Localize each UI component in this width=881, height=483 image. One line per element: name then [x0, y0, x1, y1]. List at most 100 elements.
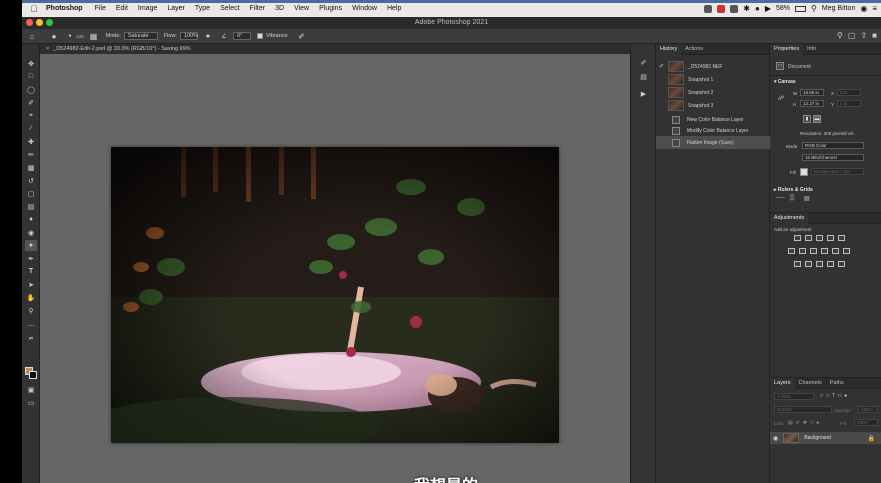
fill-color-swatch[interactable] [800, 168, 808, 176]
menu-type[interactable]: Type [195, 5, 210, 12]
link-dimensions-icon[interactable]: ☍ [778, 95, 784, 102]
menu-image[interactable]: Image [138, 5, 157, 12]
blend-mode-select[interactable]: Normal [774, 406, 832, 413]
brush-tool-icon[interactable]: ✏ [25, 149, 37, 160]
history-brush-source-icon[interactable]: ✐ [659, 63, 666, 71]
tab-close-icon[interactable]: × [46, 46, 49, 52]
exposure-icon[interactable] [827, 235, 834, 241]
flow-input[interactable]: 100% [179, 32, 198, 40]
zoom-tool-icon[interactable]: ⚲ [25, 305, 37, 316]
portrait-orientation-button[interactable]: ▮ [803, 115, 811, 123]
wifi-icon[interactable]: ● [755, 4, 760, 13]
eraser-tool-icon[interactable]: ▢ [25, 188, 37, 199]
vibrance-icon[interactable] [838, 235, 845, 241]
y-field[interactable]: 0 in [837, 100, 861, 107]
canvas-section-title[interactable]: ▾ Canvas [774, 79, 796, 85]
type-tool-icon[interactable]: T [25, 266, 37, 277]
status-icon[interactable] [704, 4, 713, 13]
channel-mixer-icon[interactable] [832, 248, 839, 254]
menu-layer[interactable]: Layer [167, 5, 185, 12]
clone-source-panel-icon[interactable]: ▤ [638, 72, 649, 82]
healing-brush-tool-icon[interactable]: ✚ [25, 136, 37, 147]
menu-3d[interactable]: 3D [275, 5, 284, 12]
tab-layers[interactable]: Layers [770, 377, 795, 389]
lasso-tool-icon[interactable]: ◯ [25, 84, 37, 95]
tab-info[interactable]: Info [803, 44, 820, 55]
history-snapshot-row[interactable]: Snapshot 1 [656, 73, 770, 86]
menu-select[interactable]: Select [220, 5, 239, 12]
volume-icon[interactable]: ▶ [765, 4, 771, 13]
workspace-icon[interactable]: ▢ [848, 31, 856, 40]
history-source-row[interactable]: ✐ _D524982.NEF [656, 60, 770, 73]
layer-fill-field[interactable]: 100% [854, 419, 878, 426]
threshold-icon[interactable] [816, 261, 823, 267]
close-icon[interactable] [26, 19, 33, 26]
actions-panel-icon[interactable]: ▶ [638, 89, 649, 99]
background-color-swatch[interactable] [29, 371, 37, 379]
color-lookup-icon[interactable] [843, 248, 850, 254]
vibrance-checkbox[interactable] [256, 33, 263, 39]
dodge-tool-icon[interactable]: ◉ [25, 227, 37, 238]
width-field[interactable]: 18.56 in [800, 89, 824, 96]
posterize-icon[interactable] [805, 261, 812, 267]
tab-paths[interactable]: Paths [826, 378, 848, 389]
minimize-icon[interactable] [36, 19, 43, 26]
layer-row-background[interactable]: ◉ Background 🔒 [770, 432, 881, 444]
eyedropper-tool-icon[interactable]: ∕ [25, 123, 37, 134]
more-tools-icon[interactable]: ⋯ [25, 320, 37, 331]
fill-select[interactable]: Background Color [811, 168, 864, 175]
menu-filter[interactable]: Filter [250, 5, 266, 12]
mode-select[interactable]: Saturate [123, 32, 158, 40]
lock-icons[interactable]: ▤✐✥□● [788, 420, 822, 426]
control-center-icon[interactable]: ≡ [872, 4, 877, 13]
color-mode-select[interactable]: RGB Color [802, 142, 864, 149]
angle-input[interactable]: 0° [232, 32, 251, 40]
tab-adjustments[interactable]: Adjustments [770, 212, 809, 224]
menu-app[interactable]: Photoshop [46, 5, 83, 12]
tab-history[interactable]: History [656, 43, 682, 55]
brush-settings-panel-icon[interactable]: ✐ [638, 58, 649, 68]
gradient-map-icon[interactable] [827, 261, 834, 267]
record-icon[interactable] [717, 4, 726, 13]
path-select-tool-icon[interactable]: ➤ [25, 279, 37, 290]
photo-filter-icon[interactable] [821, 248, 828, 254]
dropbox-icon[interactable] [730, 4, 739, 13]
grid-icon[interactable]: ▒ [790, 195, 794, 201]
history-brush-tool-icon[interactable]: ↺ [25, 175, 37, 186]
screen-mode-icon[interactable]: ▭ [25, 397, 37, 408]
menu-view[interactable]: View [294, 5, 309, 12]
brightness-contrast-icon[interactable] [794, 235, 801, 241]
battery-icon[interactable] [795, 5, 807, 12]
siri-icon[interactable]: ◉ [860, 4, 867, 13]
move-tool-icon[interactable]: ✥ [25, 58, 37, 69]
crop-tool-icon[interactable]: ⌖ [25, 110, 37, 121]
menu-window[interactable]: Window [352, 5, 377, 12]
brush-preset-picker[interactable]: ● [64, 31, 76, 41]
apple-menu-icon[interactable]:  [22, 4, 46, 14]
history-step-row-selected[interactable]: Flatten Image (Save) [656, 136, 770, 149]
zoom-icon[interactable] [46, 19, 53, 26]
rulers-section-title[interactable]: ▸ Rulers & Grids [774, 187, 813, 193]
swap-colors-icon[interactable]: ⇄ [25, 333, 37, 344]
visibility-eye-icon[interactable]: ◉ [773, 435, 778, 442]
menu-file[interactable]: File [95, 5, 106, 12]
landscape-orientation-button[interactable]: ▬ [813, 115, 821, 123]
gradient-tool-icon[interactable]: ▤ [25, 201, 37, 212]
panel-toggle-icon[interactable]: ■ [872, 31, 877, 40]
pen-tool-icon[interactable]: ✒ [25, 253, 37, 264]
height-field[interactable]: 12.37 in [800, 100, 824, 107]
brush-settings-icon[interactable]: ▦ [88, 31, 100, 41]
hand-tool-icon[interactable]: ✋ [25, 292, 37, 303]
tab-properties[interactable]: Properties [770, 43, 804, 55]
black-white-icon[interactable] [810, 248, 817, 254]
curves-icon[interactable] [816, 235, 823, 241]
home-icon[interactable]: ⌂ [26, 31, 38, 41]
blur-tool-icon[interactable]: ♦ [25, 214, 37, 225]
ruler-units-icon[interactable]: ── [776, 195, 785, 201]
layer-kind-filter[interactable]: ⚲ Kind [774, 393, 814, 400]
sponge-tool-icon[interactable]: ● [25, 240, 37, 251]
invert-icon[interactable] [794, 261, 801, 267]
search-icon[interactable]: ⚲ [837, 31, 843, 40]
quick-select-tool-icon[interactable]: ✐ [25, 97, 37, 108]
search-icon[interactable]: ⚲ [811, 4, 817, 13]
